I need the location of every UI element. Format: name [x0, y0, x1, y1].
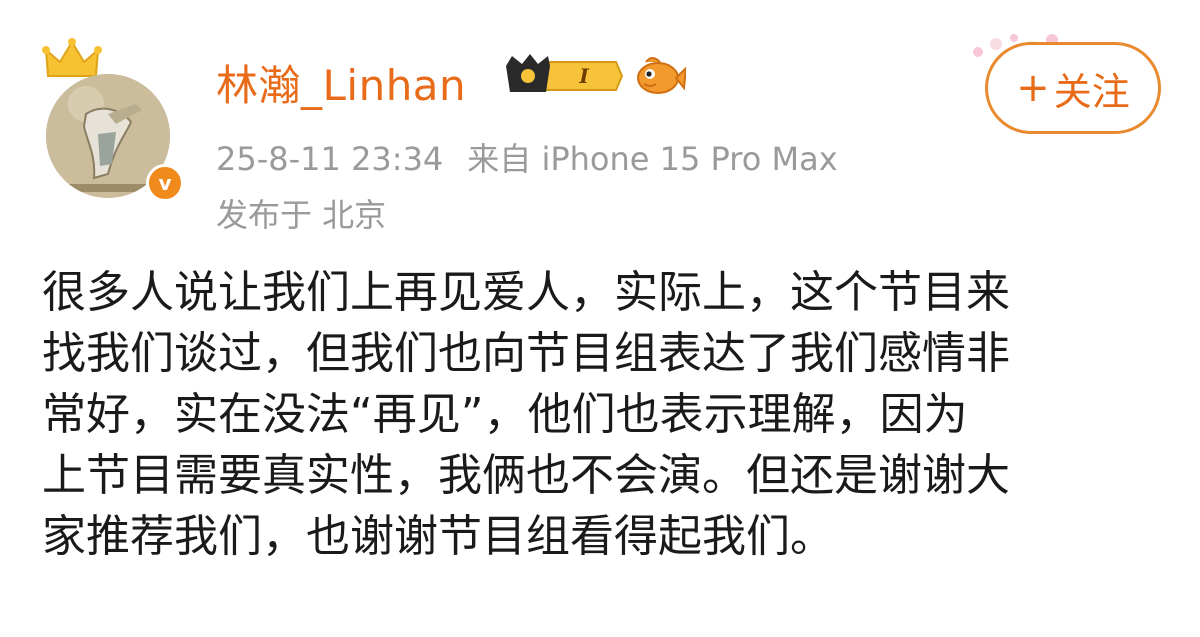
post-text-line: 家推荐我们，也谢谢节目组看得起我们。: [42, 511, 834, 562]
badge-group: I: [500, 50, 686, 102]
avatar-group[interactable]: v: [40, 36, 190, 202]
follow-button[interactable]: + 关注: [985, 42, 1161, 134]
username[interactable]: 林瀚_Linhan: [216, 52, 466, 113]
level-badge-text: I: [578, 64, 589, 88]
follow-label: 关注: [1053, 69, 1130, 114]
post-meta: 25-8-11 23:34 来自 iPhone 15 Pro Max: [216, 134, 838, 180]
post-timestamp: 25-8-11 23:34: [216, 140, 444, 178]
post-source: 来自 iPhone 15 Pro Max: [467, 140, 838, 178]
post-content: 很多人说让我们上再见爱人，实际上，这个节目来 找我们谈过，但我们也向节目组表达了…: [42, 262, 1152, 567]
post-text-line: 很多人说让我们上再见爱人，实际上，这个节目来: [42, 267, 1010, 318]
post-text-line: 上节目需要真实性，我俩也不会演。但还是谢谢大: [42, 450, 1010, 501]
fish-icon[interactable]: [632, 52, 686, 100]
post-location: 发布于 北京: [216, 196, 387, 234]
plus-icon: +: [1016, 65, 1050, 111]
level-badge-icon[interactable]: I: [500, 52, 624, 100]
post-text-line: 找我们谈过，但我们也向节目组表达了我们感情非: [42, 328, 1010, 379]
post-text-line: 常好，实在没法“再见”，他们也表示理解，因为: [42, 389, 968, 440]
verified-badge: v: [146, 164, 184, 202]
weibo-post-card: v 林瀚_Linhan I 25-8-11 23:34 来自 iPhone 15 …: [0, 0, 1200, 637]
